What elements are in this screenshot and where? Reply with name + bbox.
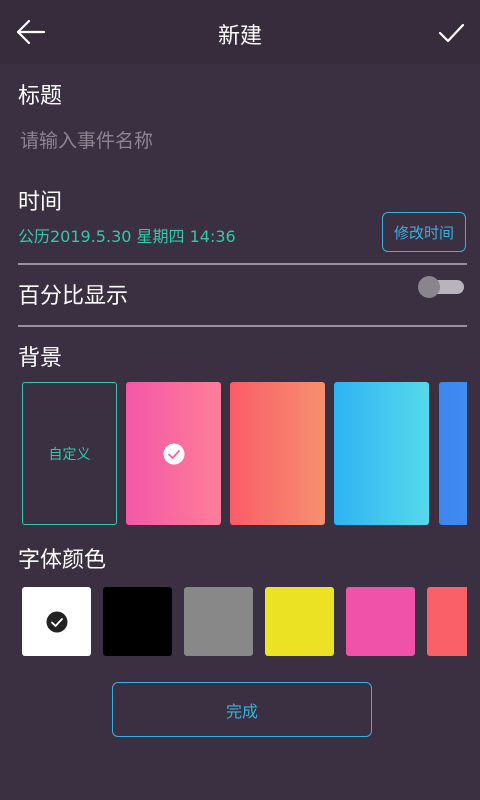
divider <box>18 325 467 327</box>
done-button[interactable]: 完成 <box>112 682 372 737</box>
event-name-input[interactable]: 请输入事件名称 <box>20 126 153 153</box>
divider <box>18 263 467 265</box>
custom-label: 自定义 <box>48 446 91 463</box>
font-color-red[interactable] <box>427 587 467 656</box>
selected-check-icon <box>46 611 68 633</box>
font-color-yellow[interactable] <box>265 587 334 656</box>
background-option-cyan[interactable] <box>334 382 429 525</box>
percent-display-label: 百分比显示 <box>18 284 129 309</box>
background-custom-option[interactable]: 自定义 <box>22 382 117 525</box>
page-title: 新建 <box>217 24 262 49</box>
font-color-label: 字体颜色 <box>18 548 107 573</box>
top-bar: 新建 <box>0 0 480 64</box>
percent-display-toggle[interactable] <box>418 276 464 298</box>
background-option-blue[interactable] <box>439 382 467 525</box>
background-label: 背景 <box>18 346 63 371</box>
selected-check-icon <box>163 443 185 465</box>
font-color-gray[interactable] <box>184 587 253 656</box>
background-option-pink[interactable] <box>126 382 221 525</box>
font-color-white[interactable] <box>22 587 91 656</box>
edit-time-button[interactable]: 修改时间 <box>382 212 466 252</box>
time-value: 公历2019.5.30 星期四 14:36 <box>18 227 236 246</box>
time-label: 时间 <box>18 190 63 215</box>
font-color-options <box>22 587 467 656</box>
background-option-coral[interactable] <box>230 382 325 525</box>
toggle-knob <box>418 276 440 298</box>
font-color-pink[interactable] <box>346 587 415 656</box>
title-label: 标题 <box>18 84 63 109</box>
font-color-black[interactable] <box>103 587 172 656</box>
checkmark-icon[interactable] <box>436 16 466 48</box>
background-options: 自定义 <box>22 382 467 525</box>
